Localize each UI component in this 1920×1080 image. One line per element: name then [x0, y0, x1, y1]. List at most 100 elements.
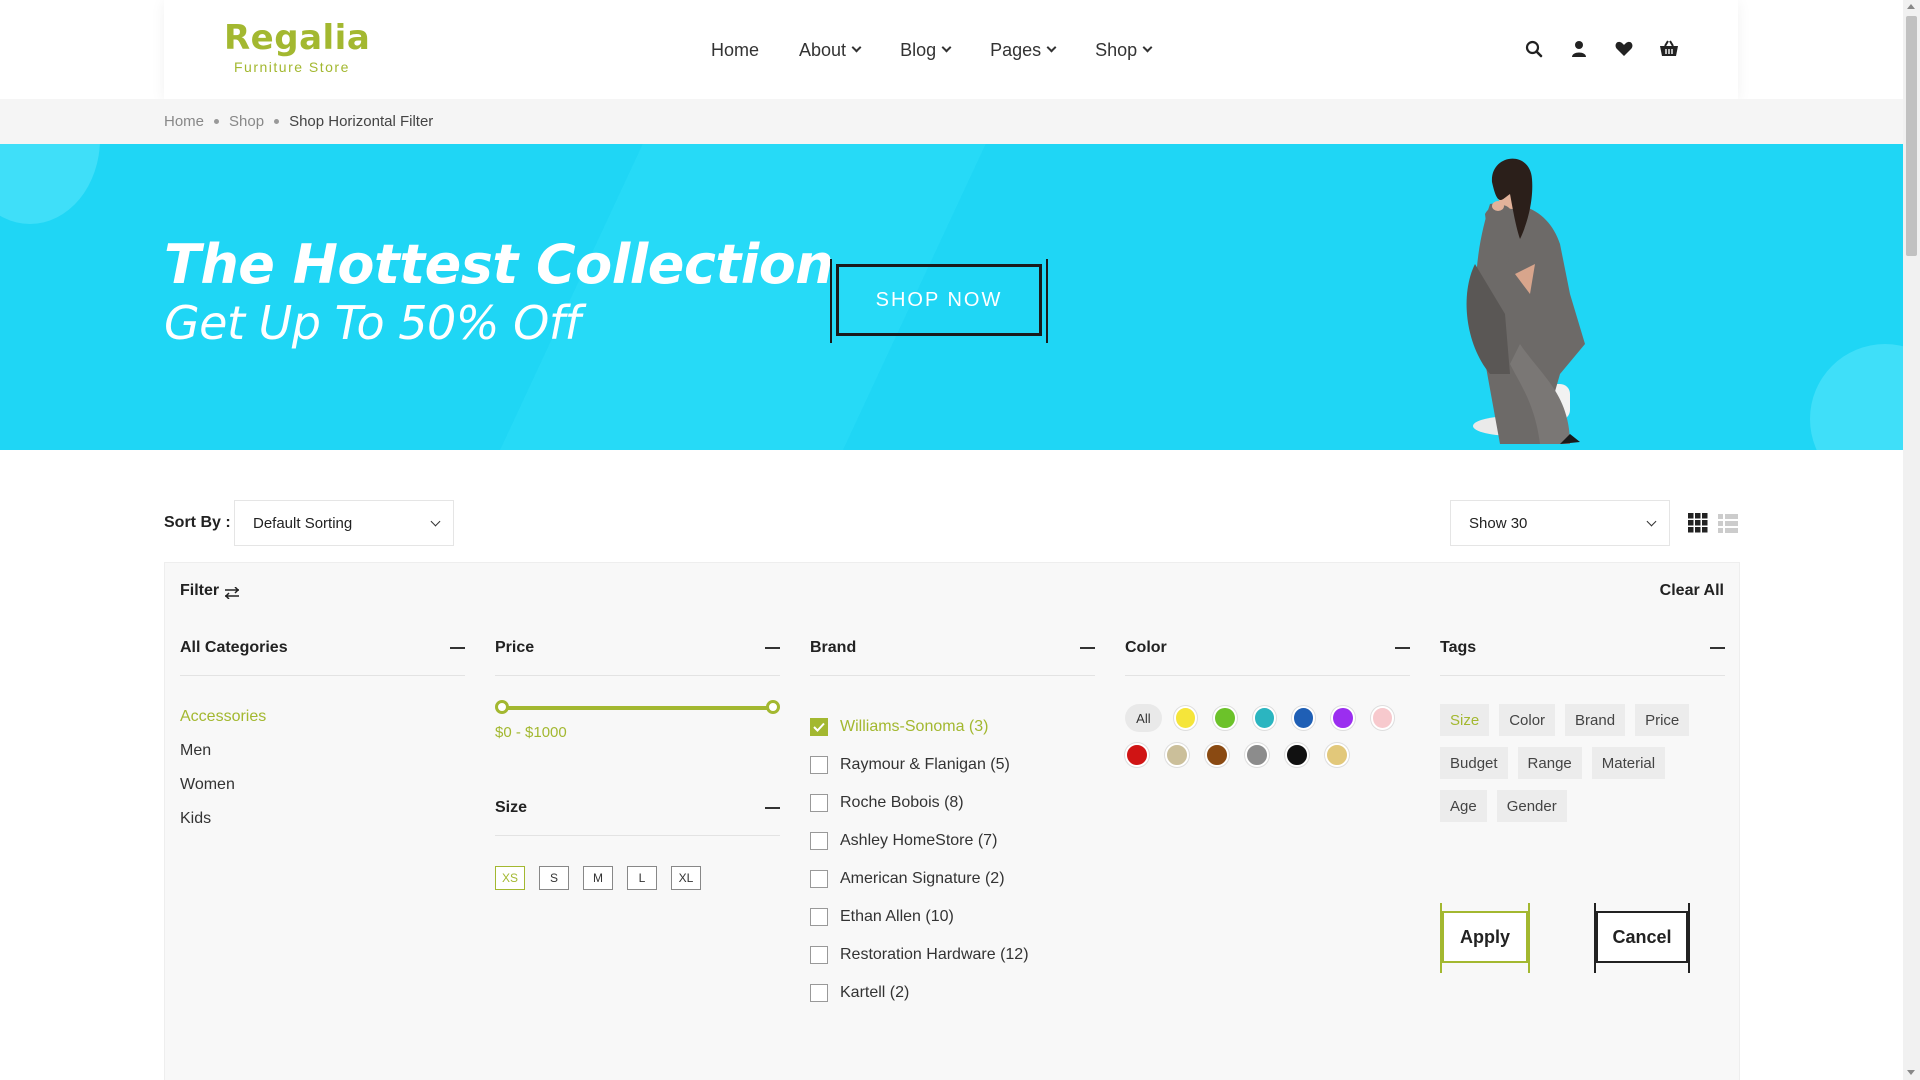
tag-price[interactable]: Price — [1635, 704, 1690, 736]
size-option-s[interactable]: S — [539, 866, 569, 890]
tag-brand[interactable]: Brand — [1565, 704, 1626, 736]
tag-range[interactable]: Range — [1517, 747, 1582, 779]
shop-now-button[interactable]: SHOP NOW — [830, 259, 1048, 343]
checkbox[interactable] — [810, 908, 828, 926]
color-swatch[interactable] — [1291, 706, 1316, 730]
tag-size[interactable]: Size — [1440, 704, 1490, 736]
nav-shop[interactable]: Shop — [1095, 38, 1153, 62]
color-swatch[interactable] — [1285, 743, 1309, 767]
color-swatch[interactable] — [1245, 743, 1269, 767]
color-swatch[interactable] — [1213, 706, 1237, 730]
checkbox[interactable] — [810, 984, 828, 1002]
list-view-icon[interactable] — [1718, 513, 1738, 533]
basket-icon[interactable] — [1657, 37, 1681, 61]
size-option-l[interactable]: L — [627, 866, 657, 890]
site-header: Regalia Furniture Store Home About Blog … — [0, 0, 1903, 99]
nav-pages-label: Pages — [990, 40, 1042, 60]
tag-age[interactable]: Age — [1440, 790, 1487, 822]
checkbox[interactable] — [810, 870, 828, 888]
size-title: Size — [495, 799, 528, 816]
nav-home[interactable]: Home — [711, 38, 759, 62]
header-icons — [1522, 37, 1702, 61]
brand-item[interactable]: Kartell (2) — [810, 974, 1095, 1012]
size-option-m[interactable]: M — [583, 866, 613, 890]
brand-item[interactable]: Ethan Allen (10) — [810, 898, 1095, 936]
tag-color[interactable]: Color — [1499, 704, 1556, 736]
hero-circle-shape — [1810, 344, 1903, 450]
scroll-down-arrow[interactable] — [1907, 1070, 1915, 1075]
color-swatch[interactable] — [1331, 706, 1355, 730]
category-item-kids[interactable]: Kids — [180, 810, 465, 828]
apply-button-label: Apply — [1459, 926, 1510, 947]
checkbox-checked[interactable] — [810, 718, 828, 736]
apply-button[interactable]: Apply — [1440, 903, 1530, 973]
brand-item[interactable]: Williams-Sonoma (3) — [810, 708, 1095, 746]
checkbox[interactable] — [810, 832, 828, 850]
heart-icon[interactable] — [1612, 37, 1636, 61]
color-swatch[interactable] — [1205, 743, 1229, 767]
price-slider-max-handle[interactable] — [766, 700, 780, 714]
size-option-xs[interactable]: XS — [495, 866, 525, 890]
nav-about[interactable]: About — [799, 38, 862, 62]
breadcrumb-separator — [274, 119, 280, 124]
brand-item[interactable]: Raymour & Flanigan (5) — [810, 746, 1095, 784]
tag-budget[interactable]: Budget — [1440, 747, 1508, 779]
tag-material[interactable]: Material — [1591, 747, 1666, 779]
color-swatch[interactable] — [1173, 706, 1198, 730]
collapse-minus-icon[interactable] — [765, 647, 780, 649]
nav-about-label: About — [799, 40, 847, 60]
brand-item[interactable]: Ashley HomeStore (7) — [810, 822, 1095, 860]
category-item-women[interactable]: Women — [180, 776, 465, 794]
nav-home-label: Home — [711, 40, 760, 60]
grid-view-icon[interactable] — [1688, 513, 1708, 533]
category-item-men[interactable]: Men — [180, 742, 465, 760]
checkbox[interactable] — [810, 756, 828, 774]
clear-all-button[interactable]: Clear All — [1660, 582, 1724, 600]
hero-title: The Hottest Collection — [164, 233, 834, 296]
collapse-minus-icon[interactable] — [765, 807, 780, 809]
size-options: XS S M L XL — [495, 866, 780, 890]
price-slider-track[interactable] — [495, 700, 780, 714]
price-slider-min-handle[interactable] — [495, 700, 509, 714]
tags-title: Tags — [1440, 639, 1477, 656]
search-icon[interactable] — [1522, 37, 1546, 61]
decor-line — [1440, 903, 1442, 973]
color-swatch[interactable] — [1325, 743, 1349, 767]
color-all-button[interactable]: All — [1125, 704, 1162, 732]
cancel-button[interactable]: Cancel — [1594, 903, 1690, 973]
collapse-minus-icon[interactable] — [1395, 647, 1410, 649]
brand-item[interactable]: Restoration Hardware (12) — [810, 936, 1095, 974]
brand-label: Kartell (2) — [840, 984, 910, 1001]
collapse-minus-icon[interactable] — [1710, 647, 1725, 649]
checkbox[interactable] — [810, 946, 828, 964]
color-swatch[interactable] — [1125, 743, 1149, 767]
breadcrumb-home[interactable]: Home — [164, 113, 204, 130]
show-count-select[interactable]: Show 30 — [1450, 500, 1670, 546]
filter-panel: Filter Clear All All Categories Accessor… — [164, 562, 1740, 1080]
scrollbar-thumb[interactable] — [1906, 16, 1917, 256]
hero-subtitle: Get Up To 50% Off — [164, 296, 581, 350]
breadcrumb-shop[interactable]: Shop — [229, 113, 264, 130]
page-scrollbar[interactable] — [1903, 0, 1920, 1080]
brand-item[interactable]: Roche Bobois (8) — [810, 784, 1095, 822]
color-swatch[interactable] — [1165, 743, 1189, 767]
nav-blog[interactable]: Blog — [900, 38, 952, 62]
decor-line — [1594, 903, 1596, 973]
color-swatch[interactable] — [1252, 706, 1276, 730]
checkbox[interactable] — [810, 794, 828, 812]
collapse-minus-icon[interactable] — [450, 647, 465, 649]
category-item-accessories[interactable]: Accessories — [180, 708, 465, 726]
nav-pages[interactable]: Pages — [990, 38, 1057, 62]
sort-select[interactable]: Default Sorting — [234, 500, 454, 546]
logo[interactable]: Regalia Furniture Store — [224, 18, 370, 76]
hero-banner: The Hottest Collection Get Up To 50% Off… — [0, 144, 1903, 450]
tag-gender[interactable]: Gender — [1496, 790, 1567, 822]
user-icon[interactable] — [1567, 37, 1591, 61]
chevron-down-icon — [430, 516, 441, 527]
size-option-xl[interactable]: XL — [671, 866, 701, 890]
scroll-up-arrow[interactable] — [1907, 4, 1915, 9]
color-swatch[interactable] — [1370, 706, 1394, 730]
brand-item[interactable]: American Signature (2) — [810, 860, 1095, 898]
decor-line — [1688, 903, 1690, 973]
collapse-minus-icon[interactable] — [1080, 647, 1095, 649]
